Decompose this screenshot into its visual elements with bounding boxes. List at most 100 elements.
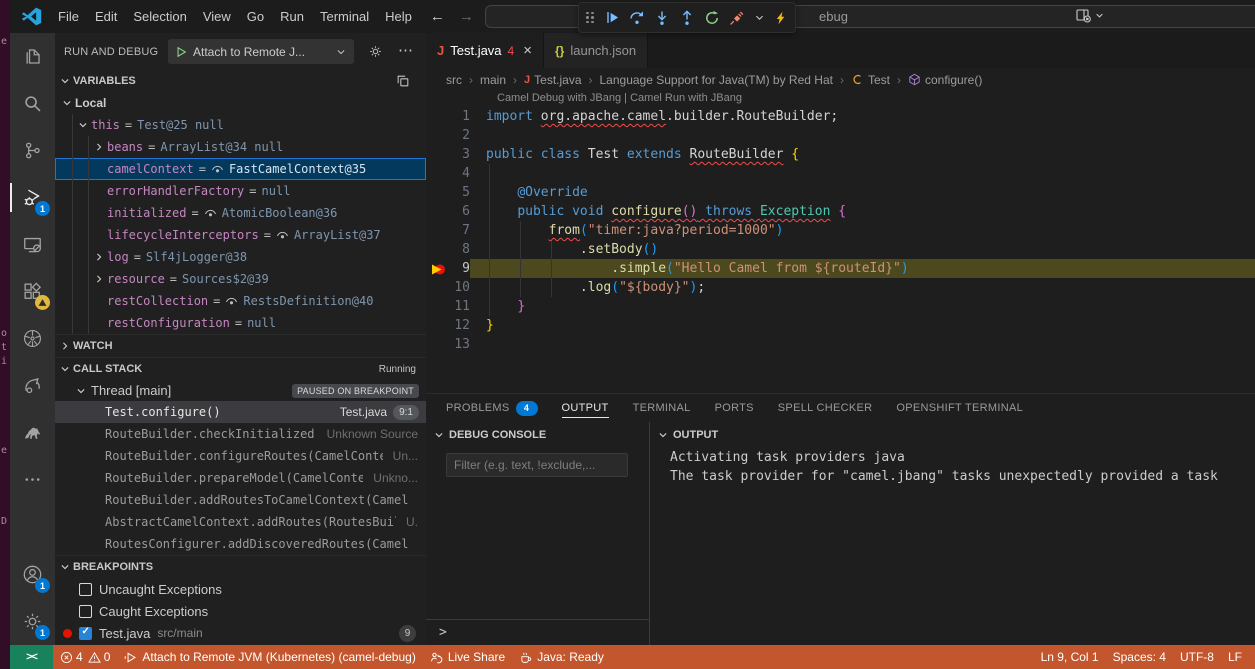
- stack-frame[interactable]: RouteBuilder.addRoutesToCamelContext(Cam…: [55, 489, 426, 511]
- encoding-status[interactable]: UTF-8: [1173, 650, 1221, 664]
- activity-item-kubernetes[interactable]: [10, 315, 55, 362]
- call-stack-section-header[interactable]: CALL STACK Running: [55, 357, 426, 380]
- activity-item-camel[interactable]: [10, 409, 55, 456]
- hot-code-replace-icon[interactable]: [774, 11, 788, 25]
- lazy-eval-eye-icon[interactable]: [204, 207, 217, 220]
- code-line-12[interactable]: 12}: [426, 316, 1255, 335]
- variable-row-this[interactable]: this=Test@25 null: [55, 114, 426, 136]
- breadcrumb[interactable]: src›main›JTest.java›Language Support for…: [426, 68, 1255, 91]
- variable-row-initialized[interactable]: initialized=AtomicBoolean@36: [55, 202, 426, 224]
- panel-tab-output[interactable]: OUTPUT: [562, 394, 609, 422]
- panel-tab-problems[interactable]: PROBLEMS4: [446, 394, 538, 422]
- variable-row-restConfiguration[interactable]: restConfiguration=null: [55, 312, 426, 334]
- code-line-4[interactable]: 4: [426, 164, 1255, 183]
- code-line-13[interactable]: 13: [426, 335, 1255, 354]
- activity-item-openshift[interactable]: [10, 362, 55, 409]
- code-area[interactable]: 1import org.apache.camel.builder.RouteBu…: [426, 107, 1255, 354]
- panel-tab-spell-checker[interactable]: SPELL CHECKER: [778, 394, 873, 422]
- debug-console-header[interactable]: DEBUG CONSOLE: [426, 422, 649, 448]
- step-out-icon[interactable]: [679, 10, 695, 26]
- lazy-eval-eye-icon[interactable]: [276, 229, 289, 242]
- menu-file[interactable]: File: [50, 0, 87, 33]
- line-number[interactable]: 12: [426, 316, 486, 335]
- activity-item-explorer[interactable]: [10, 33, 55, 80]
- breadcrumb-item[interactable]: main: [480, 73, 506, 87]
- line-number[interactable]: 7: [426, 221, 486, 240]
- variables-section-header[interactable]: VARIABLES: [55, 70, 426, 92]
- lazy-eval-eye-icon[interactable]: [225, 295, 238, 308]
- variable-row-resource[interactable]: resource=Sources$2@39: [55, 268, 426, 290]
- breadcrumb-item[interactable]: JTest.java: [524, 73, 581, 87]
- stack-frame[interactable]: Test.configure()Test.java9:1: [55, 401, 426, 423]
- eol-status[interactable]: LF: [1221, 650, 1249, 664]
- indentation-status[interactable]: Spaces: 4: [1106, 650, 1173, 664]
- debug-settings-gear-icon[interactable]: [368, 44, 383, 59]
- toolbar-drag-handle-icon[interactable]: [586, 12, 594, 24]
- menu-go[interactable]: Go: [239, 0, 272, 33]
- breadcrumb-item[interactable]: configure(): [908, 73, 982, 87]
- cursor-position[interactable]: Ln 9, Col 1: [1034, 650, 1106, 664]
- line-number[interactable]: 10: [426, 278, 486, 297]
- stack-frame[interactable]: RouteBuilder.configureRoutes(CamelContex…: [55, 445, 426, 467]
- activity-item-extensions[interactable]: [10, 268, 55, 315]
- variable-row-camelContext[interactable]: camelContext=FastCamelContext@35: [55, 158, 426, 180]
- breakpoint-row[interactable]: Test.javasrc/main9: [55, 622, 426, 644]
- breakpoint-row[interactable]: Caught Exceptions: [55, 600, 426, 622]
- line-number[interactable]: 8: [426, 240, 486, 259]
- step-over-icon[interactable]: [629, 10, 645, 26]
- breadcrumb-item[interactable]: Language Support for Java(TM) by Red Hat: [600, 73, 833, 87]
- variable-row-errorHandlerFactory[interactable]: errorHandlerFactory=null: [55, 180, 426, 202]
- breadcrumb-item[interactable]: src: [446, 73, 462, 87]
- restart-icon[interactable]: [704, 10, 720, 26]
- output-header[interactable]: OUTPUT: [650, 422, 1255, 448]
- code-line-10[interactable]: 10 .log("${body}");: [426, 278, 1255, 297]
- stack-frame[interactable]: AbstractCamelContext.addRoutes(RoutesBui…: [55, 511, 426, 533]
- activity-item-source-control[interactable]: [10, 127, 55, 174]
- line-number[interactable]: 6: [426, 202, 486, 221]
- variable-row-beans[interactable]: beans=ArrayList@34 null: [55, 136, 426, 158]
- line-number[interactable]: 3: [426, 145, 486, 164]
- debug-console-filter-input[interactable]: Filter (e.g. text, !exclude,...: [446, 453, 628, 477]
- step-into-icon[interactable]: [654, 10, 670, 26]
- code-line-3[interactable]: 3public class Test extends RouteBuilder …: [426, 145, 1255, 164]
- disconnect-icon[interactable]: [729, 10, 745, 26]
- variable-row-restCollection[interactable]: restCollection=RestsDefinition@40: [55, 290, 426, 312]
- menu-selection[interactable]: Selection: [125, 0, 194, 33]
- line-number[interactable]: 1: [426, 107, 486, 126]
- line-number[interactable]: 5: [426, 183, 486, 202]
- chevron-down-icon[interactable]: [754, 12, 765, 23]
- activity-item-accounts[interactable]: 1: [10, 551, 55, 598]
- stack-frame[interactable]: RoutesConfigurer.addDiscoveredRoutes(Cam…: [55, 533, 426, 555]
- code-line-9[interactable]: 9 .simple("Hello Camel from ${routeId}"): [426, 259, 1255, 278]
- menu-view[interactable]: View: [195, 0, 239, 33]
- menu-edit[interactable]: Edit: [87, 0, 125, 33]
- menu-terminal[interactable]: Terminal: [312, 0, 377, 33]
- editor-layout-dropdown[interactable]: [1075, 7, 1104, 24]
- tab-launch-json[interactable]: {}launch.json: [544, 33, 648, 68]
- code-line-2[interactable]: 2: [426, 126, 1255, 145]
- stack-frame[interactable]: RouteBuilder.checkInitialized()Unknown S…: [55, 423, 426, 445]
- line-number[interactable]: 4: [426, 164, 486, 183]
- code-line-11[interactable]: 11 }: [426, 297, 1255, 316]
- activity-item-more[interactable]: [10, 456, 55, 503]
- line-number[interactable]: 13: [426, 335, 486, 354]
- continue-icon[interactable]: [605, 10, 620, 25]
- panel-tab-openshift-terminal[interactable]: OPENSHIFT TERMINAL: [896, 394, 1023, 422]
- line-number[interactable]: 9: [426, 259, 486, 278]
- variable-row-scope[interactable]: Local: [55, 92, 426, 114]
- breakpoint-checkbox[interactable]: [79, 583, 92, 596]
- tab-test-java[interactable]: JTest.java4×: [426, 33, 544, 68]
- more-actions-icon[interactable]: ⋯: [398, 41, 414, 59]
- menu-run[interactable]: Run: [272, 0, 312, 33]
- breakpoint-checkbox[interactable]: [79, 605, 92, 618]
- breakpoint-row[interactable]: Uncaught Exceptions: [55, 578, 426, 600]
- breadcrumb-item[interactable]: Test: [851, 73, 890, 87]
- code-line-7[interactable]: 7 from("timer:java?period=1000"): [426, 221, 1255, 240]
- lazy-eval-eye-icon[interactable]: [211, 163, 224, 176]
- copy-value-icon[interactable]: [396, 74, 410, 88]
- activity-item-settings[interactable]: 1: [10, 598, 55, 645]
- line-number[interactable]: 11: [426, 297, 486, 316]
- output-pane[interactable]: OUTPUT Activating task providers javaThe…: [650, 422, 1255, 645]
- variable-row-lifecycleInterceptors[interactable]: lifecycleInterceptors=ArrayList@37: [55, 224, 426, 246]
- launch-configuration-dropdown[interactable]: Attach to Remote J...: [168, 39, 354, 64]
